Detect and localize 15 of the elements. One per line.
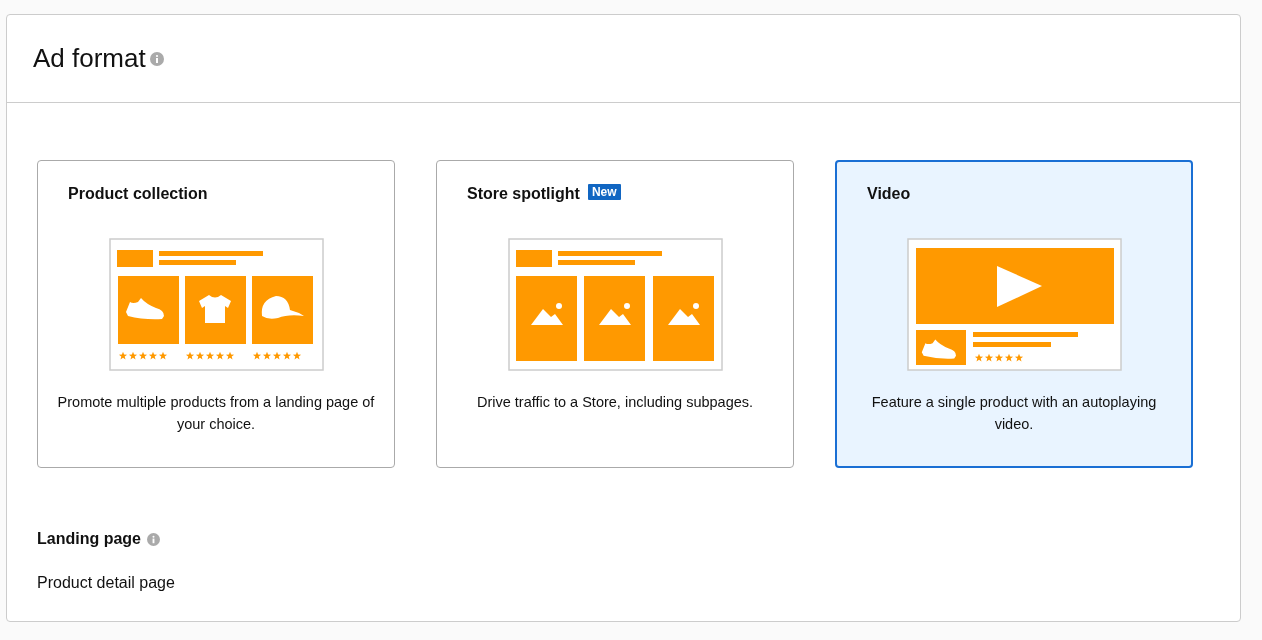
ad-format-card[interactable]: Store spotlight New Drive traffic to a Store, including subpages. [436,160,794,468]
landing-page-value: Product detail page [37,574,176,592]
info-icon[interactable] [147,532,160,546]
new-badge: New [587,184,621,200]
card-title: Product collection [68,185,208,203]
card-title: Store spotlight [467,185,580,203]
card-description: Feature a single product with an autoplaying video. [870,393,1158,434]
card-description: Drive traffic to a Store, including subpages. [475,393,755,412]
card-description: Promote multiple products from a landing page of your choice. [56,393,376,434]
info-icon[interactable] [149,51,164,66]
landing-page-label: Landing page [37,530,141,548]
ad-format-card[interactable]: Video Feature a single product with an autoplaying video. [835,160,1193,468]
panel-title: Ad format [33,43,146,74]
ad-format-card[interactable]: Product collection Promote multiple products from a landing page of your choice. [37,160,395,468]
card-title: Video [867,185,911,203]
